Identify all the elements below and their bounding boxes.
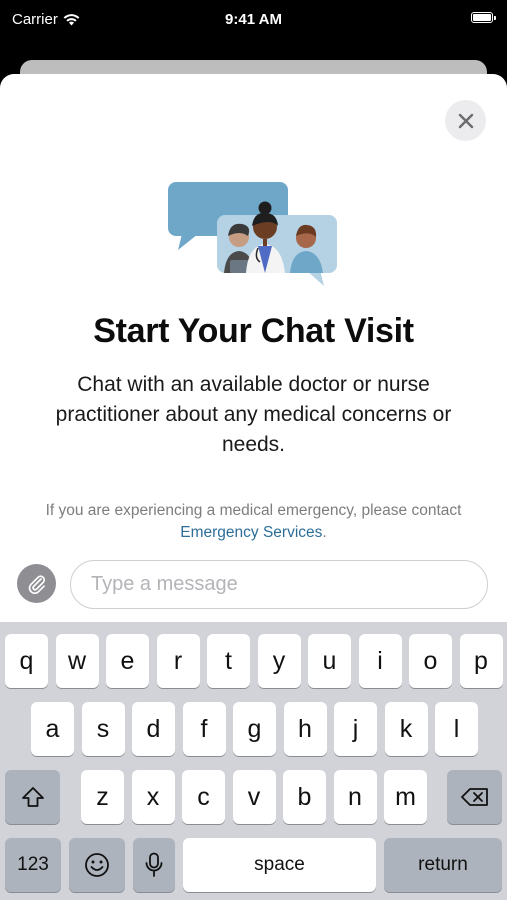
- key-x[interactable]: x: [131, 770, 175, 824]
- key-j[interactable]: j: [334, 702, 377, 756]
- emergency-text: If you are experiencing a medical emerge…: [45, 502, 462, 519]
- backspace-key[interactable]: [447, 770, 502, 824]
- key-label: x: [146, 782, 160, 811]
- close-button[interactable]: [445, 100, 486, 141]
- return-key[interactable]: return: [384, 838, 502, 892]
- key-label: b: [297, 782, 312, 811]
- key-d[interactable]: d: [132, 702, 175, 756]
- emergency-notice: If you are experiencing a medical emerge…: [40, 500, 467, 544]
- message-input[interactable]: [70, 560, 488, 609]
- key-label: c: [197, 782, 210, 811]
- key-label: y: [272, 646, 286, 675]
- key-r[interactable]: r: [156, 634, 200, 688]
- shift-icon: [21, 787, 44, 807]
- key-u[interactable]: u: [308, 634, 351, 688]
- key-n[interactable]: n: [333, 770, 377, 824]
- emoji-key[interactable]: [69, 838, 125, 892]
- key-k[interactable]: k: [384, 702, 428, 756]
- key-label: e: [120, 646, 135, 675]
- key-label: h: [298, 714, 312, 743]
- numbers-key-label: 123: [17, 854, 49, 875]
- key-label: g: [247, 714, 262, 743]
- key-label: k: [399, 714, 413, 743]
- keyboard: qwertyuiop asdfghjkl zxcvbnm 123 space r: [0, 622, 507, 900]
- key-b[interactable]: b: [283, 770, 326, 824]
- attach-button[interactable]: [17, 564, 56, 603]
- key-a[interactable]: a: [31, 702, 74, 756]
- key-w[interactable]: w: [55, 634, 99, 688]
- key-label: n: [348, 782, 362, 811]
- key-i[interactable]: i: [358, 634, 402, 688]
- key-label: l: [453, 714, 460, 743]
- key-label: s: [96, 714, 110, 743]
- key-o[interactable]: o: [409, 634, 452, 688]
- key-label: t: [225, 646, 232, 675]
- key-q[interactable]: q: [5, 634, 48, 688]
- key-l[interactable]: l: [435, 702, 478, 756]
- key-t[interactable]: t: [207, 634, 250, 688]
- battery-icon: [471, 12, 496, 23]
- page-subtitle: Chat with an available doctor or nurse p…: [55, 373, 452, 456]
- emergency-services-link[interactable]: Emergency Services: [180, 524, 322, 541]
- key-label: i: [377, 646, 383, 675]
- return-key-label: return: [418, 854, 468, 875]
- key-y[interactable]: y: [257, 634, 301, 688]
- status-bar: Carrier 9:41 AM: [0, 0, 507, 40]
- key-f[interactable]: f: [182, 702, 226, 756]
- key-c[interactable]: c: [182, 770, 225, 824]
- close-icon: [458, 113, 473, 128]
- key-label: m: [395, 782, 416, 811]
- key-label: j: [352, 714, 359, 743]
- emoji-icon: [85, 853, 109, 877]
- key-s[interactable]: s: [81, 702, 125, 756]
- key-h[interactable]: h: [283, 702, 327, 756]
- microphone-icon: [145, 852, 163, 877]
- key-label: p: [474, 646, 488, 675]
- space-key-label: space: [254, 854, 305, 875]
- key-label: o: [423, 646, 438, 675]
- space-key[interactable]: space: [183, 838, 376, 892]
- chat-illustration: [168, 182, 337, 286]
- key-e[interactable]: e: [106, 634, 149, 688]
- key-z[interactable]: z: [81, 770, 124, 824]
- backspace-icon: [460, 788, 488, 806]
- key-label: z: [96, 782, 109, 811]
- emergency-text-end: .: [322, 524, 327, 541]
- key-label: a: [45, 714, 60, 743]
- key-p[interactable]: p: [459, 634, 503, 688]
- key-m[interactable]: m: [384, 770, 427, 824]
- paperclip-icon: [28, 574, 45, 594]
- key-label: u: [322, 646, 337, 675]
- shift-key[interactable]: [5, 770, 60, 824]
- key-g[interactable]: g: [233, 702, 276, 756]
- key-label: q: [19, 646, 34, 675]
- key-v[interactable]: v: [232, 770, 276, 824]
- key-label: v: [247, 782, 261, 811]
- key-label: d: [146, 714, 161, 743]
- numbers-key[interactable]: 123: [5, 838, 61, 892]
- microphone-key[interactable]: [133, 838, 175, 892]
- key-label: f: [200, 714, 208, 743]
- status-time: 9:41 AM: [225, 11, 282, 28]
- page-title: Start Your Chat Visit: [93, 312, 414, 350]
- key-label: r: [173, 646, 183, 675]
- key-label: w: [67, 646, 87, 675]
